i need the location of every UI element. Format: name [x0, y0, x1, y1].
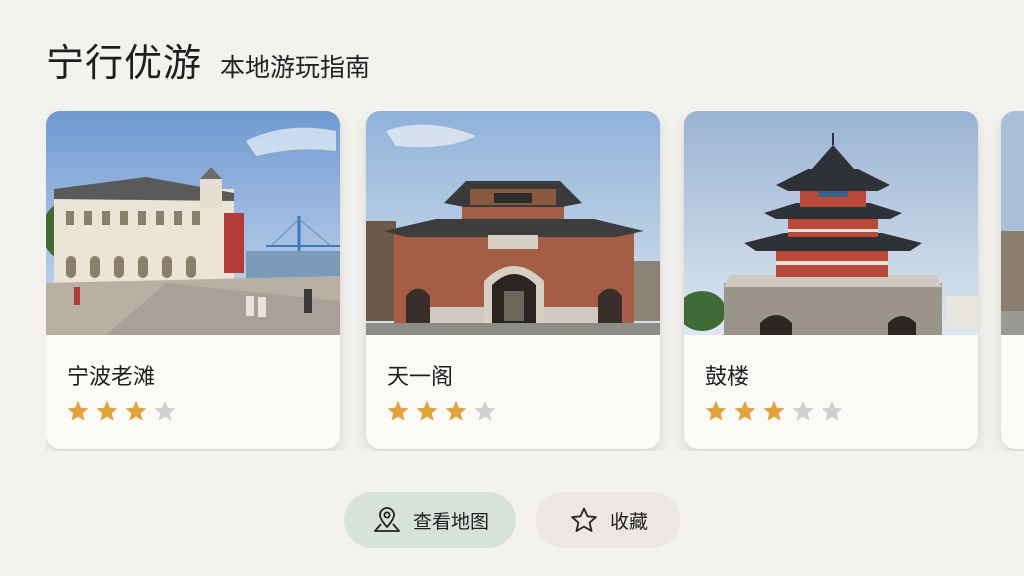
app-title: 宁行优游 — [46, 41, 203, 85]
view-map-label: 查看地图 — [412, 510, 489, 533]
attraction-name: 宁波老滩 — [67, 365, 156, 390]
attraction-card[interactable]: 宁波老滩 — [46, 111, 340, 449]
attraction-photo — [684, 111, 978, 335]
attraction-card[interactable]: 天一阁 — [366, 111, 660, 449]
star-filled-icon — [734, 400, 756, 421]
star-empty-icon — [792, 400, 814, 421]
star-empty-icon — [474, 400, 496, 421]
rating-stars — [704, 399, 844, 423]
star-filled-icon — [705, 400, 727, 421]
map-pin-icon — [374, 507, 400, 532]
attraction-name: 鼓楼 — [705, 365, 750, 390]
favorite-label: 收藏 — [609, 510, 648, 533]
view-map-button[interactable]: 查看地图 — [344, 492, 516, 548]
star-outline-icon — [571, 507, 597, 532]
star-empty-icon — [821, 400, 843, 421]
attraction-photo — [366, 111, 660, 335]
attraction-card[interactable]: 鼓楼 — [684, 111, 978, 449]
star-filled-icon — [445, 400, 467, 421]
attraction-photo — [1001, 111, 1024, 335]
star-filled-icon — [96, 400, 118, 421]
star-filled-icon — [387, 400, 409, 421]
star-filled-icon — [416, 400, 438, 421]
rating-stars — [66, 399, 177, 423]
favorite-button[interactable]: 收藏 — [536, 492, 680, 548]
attraction-name: 天一阁 — [387, 365, 454, 390]
app-subtitle: 本地游玩指南 — [220, 53, 371, 82]
rating-stars — [386, 399, 497, 423]
star-filled-icon — [125, 400, 147, 421]
star-filled-icon — [763, 400, 785, 421]
attraction-card-peek[interactable] — [1001, 111, 1024, 449]
attraction-photo — [46, 111, 340, 335]
star-filled-icon — [67, 400, 89, 421]
star-empty-icon — [154, 400, 176, 421]
attraction-carousel[interactable]: 宁波老滩 天一阁 鼓楼 — [46, 111, 1024, 451]
header: 宁行优游 本地游玩指南 — [46, 32, 370, 87]
